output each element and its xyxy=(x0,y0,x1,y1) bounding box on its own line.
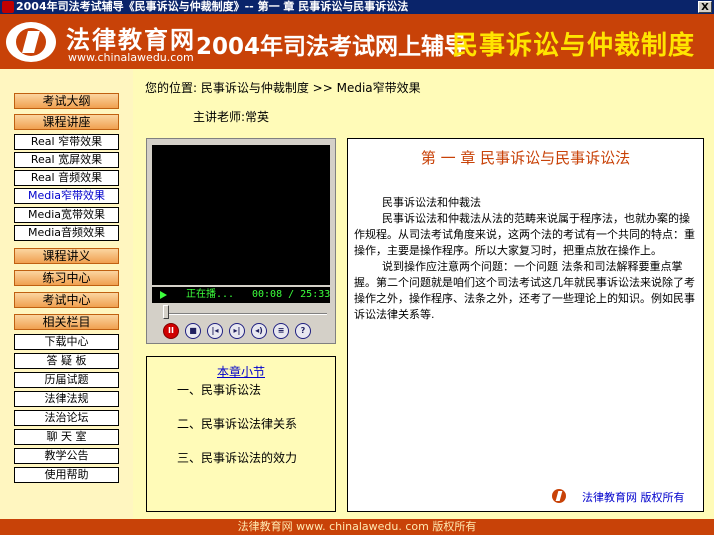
close-button[interactable]: X xyxy=(698,1,712,13)
nav-real-widescreen[interactable]: Real 宽屏效果 xyxy=(14,152,119,168)
copyright-link[interactable]: 法律教育网 版权所有 xyxy=(582,489,685,505)
app-icon xyxy=(2,1,14,13)
breadcrumb: 您的位置: 民事诉讼与仲裁制度 >> Media窄带效果 xyxy=(145,81,421,95)
seek-track[interactable] xyxy=(165,313,327,315)
footer-logo-icon xyxy=(552,489,566,503)
lecture-paragraph: 说到操作应注意两个问题：一个问题 法条和司法解释要重点掌握。第二个问题就是咱们这… xyxy=(354,260,695,321)
nav-past-exams[interactable]: 历届试题 xyxy=(14,372,119,388)
chapter-sections-heading[interactable]: 本章小节 xyxy=(147,363,335,380)
nav-media-broadband[interactable]: Media宽带效果 xyxy=(14,207,119,223)
bottom-copyright: 法律教育网 www. chinalawedu. com 版权所有 xyxy=(237,520,477,533)
chapter-title: 第 一 章 民事诉讼与民事诉讼法 xyxy=(420,149,631,167)
header-title: 2004年司法考试网上辅导 xyxy=(196,34,468,60)
bottom-bar: 法律教育网 www. chinalawedu. com 版权所有 xyxy=(0,519,714,535)
sidebar: 考试大纲 课程讲座 Real 窄带效果 Real 宽屏效果 Real 音频效果 … xyxy=(0,69,133,519)
chapter-section-link[interactable]: 二、民事诉讼法律关系 xyxy=(177,415,297,432)
video-screen[interactable] xyxy=(152,145,330,285)
nav-real-audio[interactable]: Real 音频效果 xyxy=(14,170,119,186)
next-button[interactable]: ▸| xyxy=(229,323,245,339)
lecture-text: 民事诉讼法和仲裁法 民事诉讼法和仲裁法从法的范畴来说属于程序法，也就办案的操作规… xyxy=(354,195,698,323)
window-title-bar: 2004年司法考试辅导《民事诉讼与仲裁制度》-- 第一 章 民事诉讼与民事诉讼法… xyxy=(0,0,714,14)
nav-media-narrowband[interactable]: Media窄带效果 xyxy=(14,188,119,204)
nav-related-sections[interactable]: 相关栏目 xyxy=(14,314,119,330)
stop-button[interactable]: ■ xyxy=(185,323,201,339)
window-title: 2004年司法考试辅导《民事诉讼与仲裁制度》-- 第一 章 民事诉讼与民事诉讼法 xyxy=(16,0,409,13)
brand-name: 法律教育网 xyxy=(66,26,196,54)
playlist-button[interactable]: ≡ xyxy=(273,323,289,339)
nav-download-center[interactable]: 下载中心 xyxy=(14,334,119,350)
nav-practice-center[interactable]: 练习中心 xyxy=(14,270,119,286)
nav-teaching-announcements[interactable]: 教学公告 xyxy=(14,448,119,464)
nav-exam-center[interactable]: 考试中心 xyxy=(14,292,119,308)
nav-real-narrowband[interactable]: Real 窄带效果 xyxy=(14,134,119,150)
header-subject: 民事诉讼与仲裁制度 xyxy=(452,31,696,61)
chapter-section-link[interactable]: 三、民事诉讼法的效力 xyxy=(177,449,297,466)
chapter-section-link[interactable]: 一、民事诉讼法 xyxy=(177,381,261,398)
site-logo-icon xyxy=(6,22,56,62)
previous-button[interactable]: |◂ xyxy=(207,323,223,339)
seek-thumb[interactable] xyxy=(162,305,169,319)
nav-media-audio[interactable]: Media音频效果 xyxy=(14,225,119,241)
playback-time: 00:08 / 25:33 xyxy=(252,289,331,300)
media-player: 正在播... 00:08 / 25:33 II ■ |◂ ▸| ◂) ≡ ? xyxy=(146,138,336,344)
site-header: 法律教育网 www.chinalawedu.com 2004年司法考试网上辅导 … xyxy=(0,14,714,69)
nav-course-handouts[interactable]: 课程讲义 xyxy=(14,248,119,264)
player-status-bar: 正在播... 00:08 / 25:33 xyxy=(152,287,330,303)
nav-chat-room[interactable]: 聊 天 室 xyxy=(14,429,119,445)
nav-course-lectures[interactable]: 课程讲座 xyxy=(14,114,119,130)
play-status-icon xyxy=(160,291,167,299)
lecture-content-panel: 第 一 章 民事诉讼与民事诉讼法 民事诉讼法和仲裁法 民事诉讼法和仲裁法从法的范… xyxy=(347,138,704,512)
playback-status: 正在播... xyxy=(186,289,235,300)
nav-help[interactable]: 使用帮助 xyxy=(14,467,119,483)
volume-button[interactable]: ◂) xyxy=(251,323,267,339)
lecturer-label: 主讲老师:常英 xyxy=(193,110,270,124)
pause-button[interactable]: II xyxy=(163,323,179,339)
brand-url: www.chinalawedu.com xyxy=(68,51,194,64)
nav-laws-regulations[interactable]: 法律法规 xyxy=(14,391,119,407)
lecture-paragraph: 民事诉讼法和仲裁法从法的范畴来说属于程序法，也就办案的操作规程。从司法考试角度来… xyxy=(354,212,695,257)
chapter-sections-panel: 本章小节 一、民事诉讼法 二、民事诉讼法律关系 三、民事诉讼法的效力 xyxy=(146,356,336,512)
nav-exam-outline[interactable]: 考试大纲 xyxy=(14,93,119,109)
help-button[interactable]: ? xyxy=(295,323,311,339)
nav-rule-of-law-forum[interactable]: 法治论坛 xyxy=(14,410,119,426)
nav-qa-board[interactable]: 答 疑 板 xyxy=(14,353,119,369)
lecture-paragraph: 民事诉讼法和仲裁法 xyxy=(382,196,481,209)
